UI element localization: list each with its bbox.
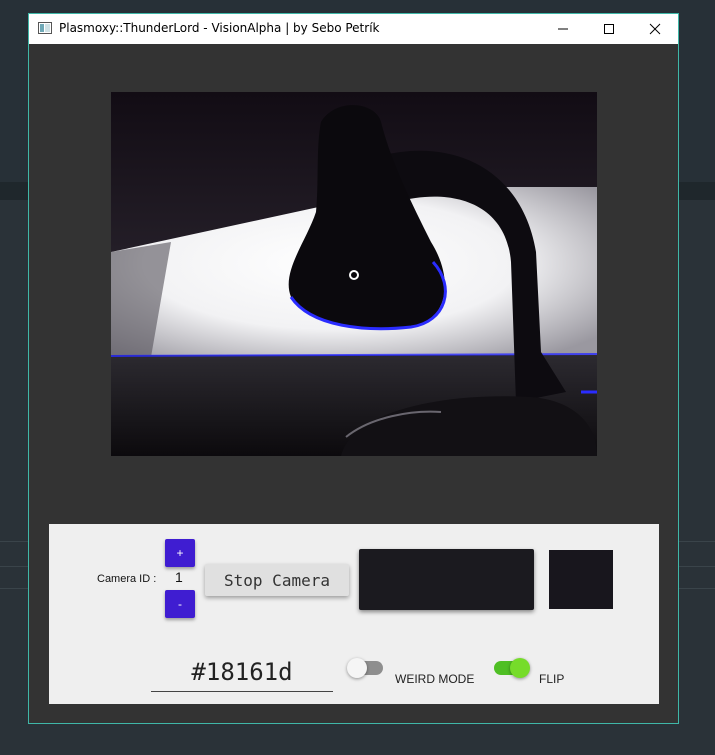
camera-id-value: 1	[175, 569, 183, 585]
camera-id-label: Camera ID :	[97, 573, 157, 585]
app-icon	[38, 22, 52, 34]
flip-label: FLIP	[539, 672, 565, 686]
close-icon	[649, 23, 661, 35]
camera-id-decrement-button[interactable]: -	[165, 590, 195, 618]
window-title: Plasmoxy::ThunderLord - VisionAlpha | by…	[59, 21, 380, 35]
camera-frame-image	[111, 92, 597, 456]
flip-toggle[interactable]	[492, 656, 530, 678]
close-button[interactable]	[632, 14, 678, 44]
weird-mode-label: WEIRD MODE	[395, 672, 475, 686]
color-hex-field[interactable]	[151, 652, 333, 692]
toggle-knob	[347, 658, 367, 678]
minimize-button[interactable]	[540, 14, 586, 44]
weird-mode-toggle[interactable]	[347, 656, 385, 678]
app-window: Plasmoxy::ThunderLord - VisionAlpha | by…	[28, 13, 679, 724]
camera-id-increment-button[interactable]: +	[165, 539, 195, 567]
stop-camera-button[interactable]: Stop Camera	[205, 564, 349, 596]
maximize-icon	[604, 24, 614, 34]
title-bar[interactable]: Plasmoxy::ThunderLord - VisionAlpha | by…	[29, 14, 678, 44]
maximize-button[interactable]	[586, 14, 632, 44]
color-preview-large	[359, 549, 534, 610]
control-panel: Camera ID : + 1 - Stop Camera WEIRD MODE…	[49, 524, 659, 704]
camera-feed	[111, 92, 597, 456]
color-swatch	[549, 550, 613, 609]
toggle-knob	[510, 658, 530, 678]
minimize-icon	[558, 28, 568, 30]
